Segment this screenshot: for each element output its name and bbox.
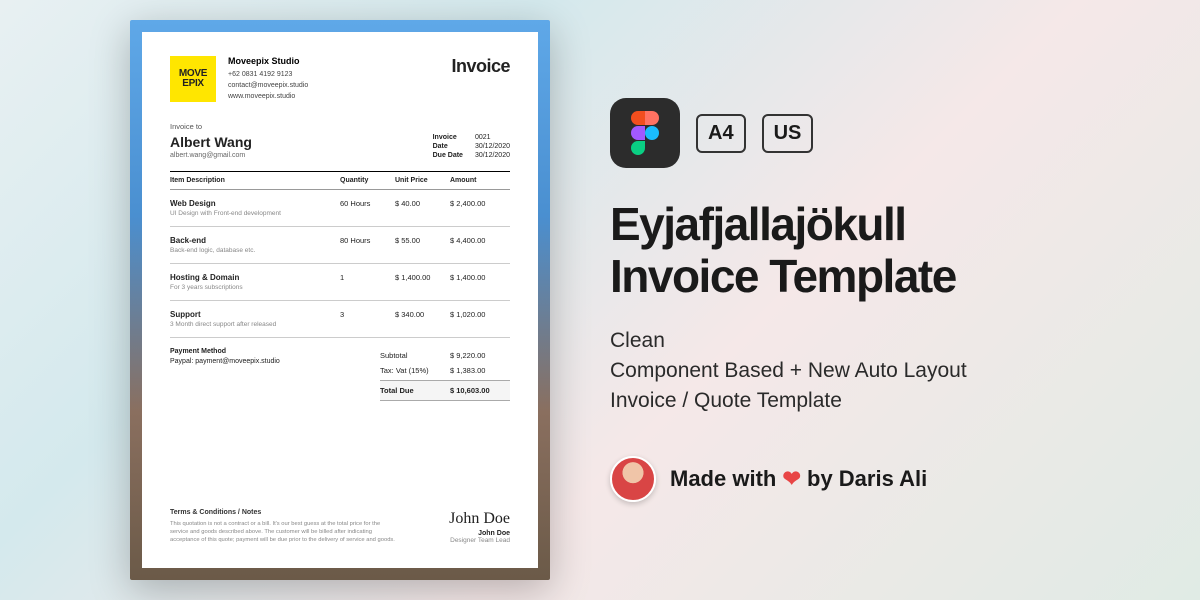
payment-method: Payment Method Paypal: payment@moveepix.… xyxy=(170,348,280,401)
badge-a4: A4 xyxy=(696,114,746,153)
figma-icon xyxy=(610,98,680,168)
promo-panel: A4 US Eyjafjallajökull Invoice Template … xyxy=(610,98,1150,502)
item-amount: $ 1,400.00 xyxy=(450,273,510,291)
item-name: Web Design xyxy=(170,199,340,208)
sub-line-2: Component Based + New Auto Layout xyxy=(610,359,967,382)
item-qty: 1 xyxy=(340,273,395,291)
col-qty: Quantity xyxy=(340,177,395,184)
item-name: Support xyxy=(170,310,340,319)
doc-footer: Terms & Conditions / Notes This quotatio… xyxy=(170,509,510,544)
meta-val: 0021 xyxy=(475,134,510,141)
table-row: Support 3 Month direct support after rele… xyxy=(170,301,510,338)
meta-val: 30/12/2020 xyxy=(475,152,510,159)
meta-key: Date xyxy=(433,143,463,150)
meta-key: Due Date xyxy=(433,152,463,159)
item-desc: 3 Month direct support after released xyxy=(170,321,340,328)
company-info: Moveepix Studio +62 0831 4192 9123 conta… xyxy=(228,56,308,102)
item-qty: 60 Hours xyxy=(340,199,395,217)
top-icons: A4 US xyxy=(610,98,1150,168)
col-amount: Amount xyxy=(450,177,510,184)
table-row: Web Design UI Design with Front-end devel… xyxy=(170,190,510,227)
invoice-document: MOVE EPIX Moveepix Studio +62 0831 4192 … xyxy=(142,32,538,568)
item-name: Hosting & Domain xyxy=(170,273,340,282)
payment-label: Payment Method xyxy=(170,348,280,355)
item-amount: $ 1,020.00 xyxy=(450,310,510,328)
heart-icon: ❤ xyxy=(782,466,800,491)
item-amount: $ 4,400.00 xyxy=(450,236,510,254)
badge-us: US xyxy=(762,114,814,153)
subtotal-value: $ 9,220.00 xyxy=(450,351,510,360)
payment-value: Paypal: payment@moveepix.studio xyxy=(170,358,280,365)
promo-subtitle: Clean Component Based + New Auto Layout … xyxy=(610,326,1150,416)
item-desc: UI Design with Front-end development xyxy=(170,210,340,217)
col-desc: Item Description xyxy=(170,177,340,184)
sub-line-3: Invoice / Quote Template xyxy=(610,389,842,412)
bill-name: Albert Wang xyxy=(170,134,252,150)
title-line-1: Eyjafjallajökull xyxy=(610,198,906,250)
logo-line-2: EPIX xyxy=(182,79,204,89)
company-phone: +62 0831 4192 9123 xyxy=(228,69,308,80)
tax-label: Tax: Vat (15%) xyxy=(380,366,450,375)
bill-to: Invoice to Albert Wang albert.wang@gmail… xyxy=(170,122,252,159)
author-prefix: Made with xyxy=(670,466,782,491)
terms-body: This quotation is not a contract or a bi… xyxy=(170,520,400,544)
company-logo: MOVE EPIX xyxy=(170,56,216,102)
table-header: Item Description Quantity Unit Price Amo… xyxy=(170,171,510,190)
bill-label: Invoice to xyxy=(170,122,252,131)
signature-script: John Doe xyxy=(449,510,510,528)
total-value: $ 10,603.00 xyxy=(450,386,510,395)
invoice-preview: MOVE EPIX Moveepix Studio +62 0831 4192 … xyxy=(130,20,550,580)
author-text: Made with ❤ by Daris Ali xyxy=(670,466,927,492)
meta-val: 30/12/2020 xyxy=(475,143,510,150)
item-amount: $ 2,400.00 xyxy=(450,199,510,217)
terms-heading: Terms & Conditions / Notes xyxy=(170,509,400,517)
meta-key: Invoice xyxy=(433,134,463,141)
item-name: Back-end xyxy=(170,236,340,245)
tax-value: $ 1,383.00 xyxy=(450,366,510,375)
title-line-2: Invoice Template xyxy=(610,250,956,302)
company-name: Moveepix Studio xyxy=(228,56,308,67)
doc-header: MOVE EPIX Moveepix Studio +62 0831 4192 … xyxy=(170,56,510,102)
table-row: Back-end Back-end logic, database etc. 80… xyxy=(170,227,510,264)
company-email: contact@moveepix.studio xyxy=(228,80,308,91)
company-web: www.moveepix.studio xyxy=(228,91,308,102)
item-price: $ 40.00 xyxy=(395,199,450,217)
item-desc: Back-end logic, database etc. xyxy=(170,247,340,254)
terms: Terms & Conditions / Notes This quotatio… xyxy=(170,509,400,544)
document-title: Invoice xyxy=(451,56,510,77)
table-row: Hosting & Domain For 3 years subscription… xyxy=(170,264,510,301)
author-suffix: by Daris Ali xyxy=(801,466,927,491)
col-price: Unit Price xyxy=(395,177,450,184)
subtotal-label: Subtotal xyxy=(380,351,450,360)
item-price: $ 1,400.00 xyxy=(395,273,450,291)
items-table: Item Description Quantity Unit Price Amo… xyxy=(170,171,510,338)
author-row: Made with ❤ by Daris Ali xyxy=(610,456,1150,502)
totals: Subtotal$ 9,220.00 Tax: Vat (15%)$ 1,383… xyxy=(380,348,510,401)
signer-name: John Doe xyxy=(449,530,510,537)
preview-frame: MOVE EPIX Moveepix Studio +62 0831 4192 … xyxy=(130,20,550,580)
item-price: $ 55.00 xyxy=(395,236,450,254)
invoice-meta: Invoice 0021 Date 30/12/2020 Due Date 30/12… xyxy=(433,134,510,159)
author-avatar xyxy=(610,456,656,502)
payment-section: Payment Method Paypal: payment@moveepix.… xyxy=(170,348,510,401)
sub-line-1: Clean xyxy=(610,329,665,352)
item-price: $ 340.00 xyxy=(395,310,450,328)
signer-role: Designer Team Lead xyxy=(449,537,510,544)
signature-block: John Doe John Doe Designer Team Lead xyxy=(449,510,510,544)
promo-title: Eyjafjallajökull Invoice Template xyxy=(610,198,1150,302)
bill-email: albert.wang@gmail.com xyxy=(170,152,252,159)
item-qty: 3 xyxy=(340,310,395,328)
logo-block: MOVE EPIX Moveepix Studio +62 0831 4192 … xyxy=(170,56,308,102)
item-qty: 80 Hours xyxy=(340,236,395,254)
total-label: Total Due xyxy=(380,386,450,395)
meta-row: Invoice to Albert Wang albert.wang@gmail… xyxy=(170,122,510,159)
item-desc: For 3 years subscriptions xyxy=(170,284,340,291)
